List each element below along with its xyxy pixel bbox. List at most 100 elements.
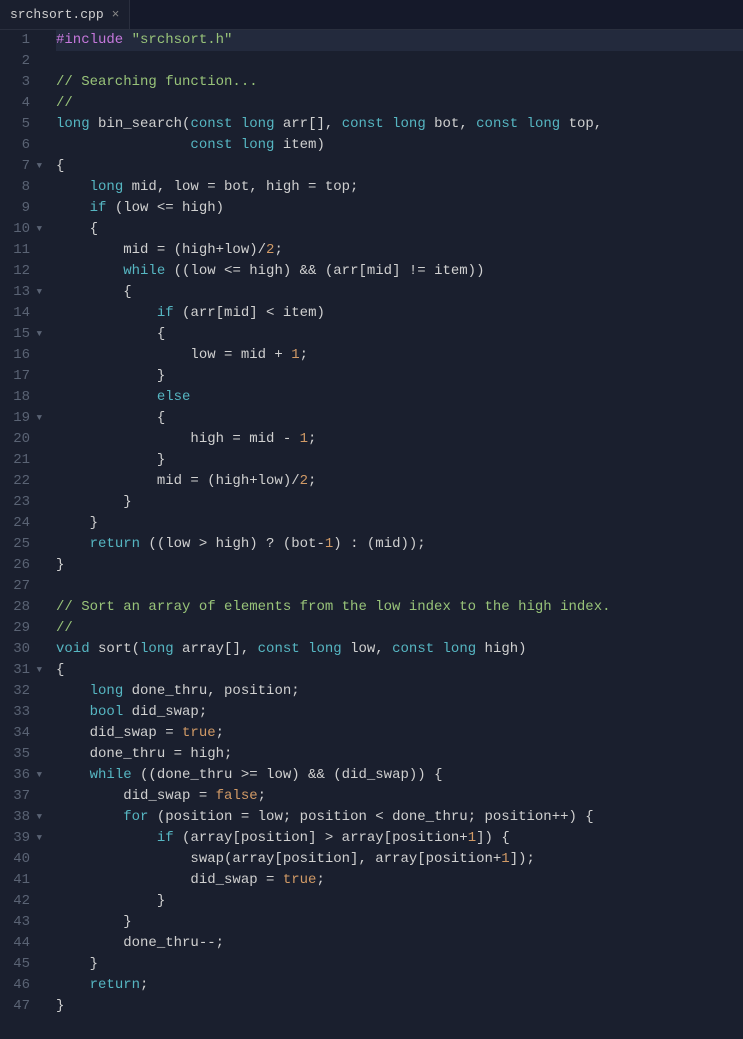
fold-icon[interactable]: ▼ [32,324,42,345]
code-line: long done_thru, position; [56,681,743,702]
line-number: 32 [10,681,42,702]
fold-icon[interactable]: ▼ [32,219,42,240]
code-line: long bin_search(const long arr[], const … [56,114,743,135]
code-line [56,51,743,72]
code-line: else [56,387,743,408]
line-number: 25 [10,534,42,555]
line-number: 34 [10,723,42,744]
code-line: did_swap = true; [56,870,743,891]
fold-icon[interactable]: ▼ [32,828,42,849]
fold-icon[interactable]: ▼ [32,282,42,303]
line-number: 2 [10,51,42,72]
line-number: 38▼ [10,807,42,828]
code-line: swap(array[position], array[position+1])… [56,849,743,870]
code-line: bool did_swap; [56,702,743,723]
code-area[interactable]: #include "srchsort.h" // Searching functi… [48,30,743,1017]
fold-icon[interactable]: ▼ [32,765,42,786]
code-line: } [56,954,743,975]
code-line: for (position = low; position < done_thr… [56,807,743,828]
code-line: while ((done_thru >= low) && (did_swap))… [56,765,743,786]
line-number: 24 [10,513,42,534]
code-line: } [56,891,743,912]
code-line: { [56,219,743,240]
code-line: // [56,618,743,639]
line-number: 5 [10,114,42,135]
line-number: 29 [10,618,42,639]
code-line: if (array[position] > array[position+1])… [56,828,743,849]
line-number: 15▼ [10,324,42,345]
line-number: 30 [10,639,42,660]
line-number: 40 [10,849,42,870]
line-number: 8 [10,177,42,198]
line-number: 17 [10,366,42,387]
code-line: // Searching function... [56,72,743,93]
line-number: 22 [10,471,42,492]
code-line: void sort(long array[], const long low, … [56,639,743,660]
code-line: if (low <= high) [56,198,743,219]
code-line: // Sort an array of elements from the lo… [56,597,743,618]
code-line: { [56,660,743,681]
line-number-gutter: 1234567▼8910▼111213▼1415▼16171819▼202122… [0,30,48,1017]
code-line: mid = (high+low)/2; [56,240,743,261]
code-line: long mid, low = bot, high = top; [56,177,743,198]
fold-icon[interactable]: ▼ [32,156,42,177]
code-line: did_swap = false; [56,786,743,807]
line-number: 6 [10,135,42,156]
code-line: #include "srchsort.h" [56,30,743,51]
tab-bar: srchsort.cpp × [0,0,743,30]
line-number: 7▼ [10,156,42,177]
line-number: 27 [10,576,42,597]
line-number: 23 [10,492,42,513]
code-line: // [56,93,743,114]
line-number: 43 [10,912,42,933]
line-number: 9 [10,198,42,219]
line-number: 4 [10,93,42,114]
code-line [56,576,743,597]
line-number: 37 [10,786,42,807]
code-line: return ((low > high) ? (bot-1) : (mid)); [56,534,743,555]
code-line: } [56,450,743,471]
line-number: 46 [10,975,42,996]
line-number: 16 [10,345,42,366]
line-number: 31▼ [10,660,42,681]
line-number: 10▼ [10,219,42,240]
code-line: } [56,492,743,513]
code-line: } [56,912,743,933]
line-number: 36▼ [10,765,42,786]
line-number: 41 [10,870,42,891]
code-line: done_thru--; [56,933,743,954]
code-line: return; [56,975,743,996]
code-line: high = mid - 1; [56,429,743,450]
code-line: while ((low <= high) && (arr[mid] != ite… [56,261,743,282]
line-number: 26 [10,555,42,576]
fold-icon[interactable]: ▼ [32,807,42,828]
code-line: did_swap = true; [56,723,743,744]
code-editor[interactable]: 1234567▼8910▼111213▼1415▼16171819▼202122… [0,30,743,1017]
code-line: mid = (high+low)/2; [56,471,743,492]
line-number: 1 [10,30,42,51]
code-line: } [56,996,743,1017]
line-number: 11 [10,240,42,261]
line-number: 47 [10,996,42,1017]
line-number: 14 [10,303,42,324]
line-number: 44 [10,933,42,954]
line-number: 28 [10,597,42,618]
code-line: } [56,513,743,534]
line-number: 35 [10,744,42,765]
line-number: 39▼ [10,828,42,849]
line-number: 3 [10,72,42,93]
line-number: 12 [10,261,42,282]
tab-filename: srchsort.cpp [10,7,104,22]
code-line: if (arr[mid] < item) [56,303,743,324]
line-number: 19▼ [10,408,42,429]
code-line: const long item) [56,135,743,156]
close-icon[interactable]: × [112,7,120,22]
code-line: { [56,282,743,303]
file-tab[interactable]: srchsort.cpp × [0,0,130,29]
code-line: } [56,366,743,387]
fold-icon[interactable]: ▼ [32,408,42,429]
fold-icon[interactable]: ▼ [32,660,42,681]
code-line: done_thru = high; [56,744,743,765]
code-line: { [56,156,743,177]
line-number: 21 [10,450,42,471]
